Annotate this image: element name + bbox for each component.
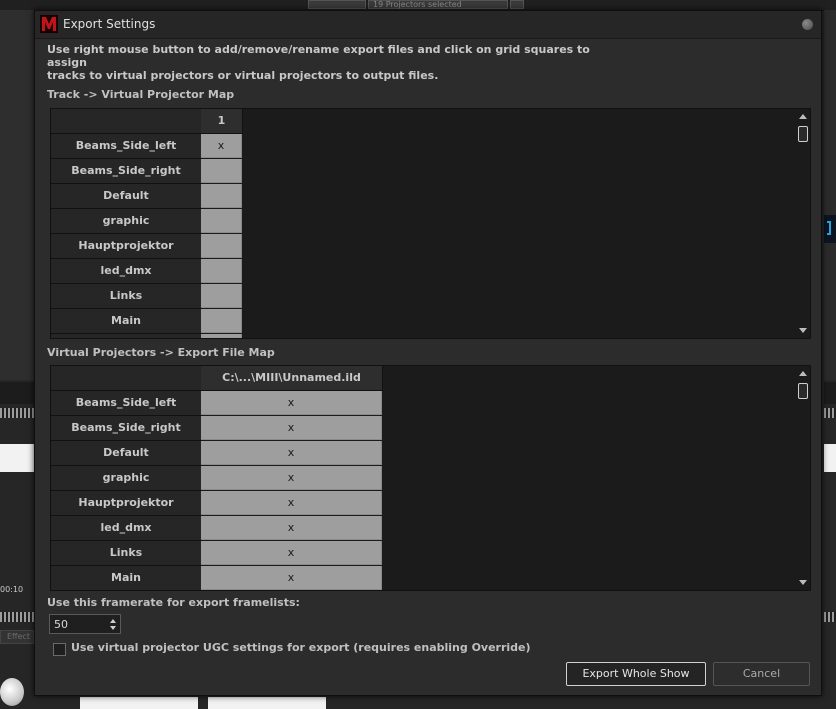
preview-screen bbox=[824, 215, 836, 243]
timeline-ruler bbox=[0, 408, 34, 418]
grid-cell[interactable] bbox=[201, 209, 242, 233]
background-strip bbox=[0, 382, 34, 404]
row-label[interactable]: Beams_Side_right bbox=[51, 159, 202, 184]
scroll-down-icon[interactable] bbox=[799, 580, 807, 585]
row-label[interactable]: led_dmx bbox=[51, 259, 202, 284]
thumbnail[interactable] bbox=[208, 697, 326, 709]
grid-cell[interactable]: x bbox=[201, 491, 382, 515]
row-label[interactable]: Links bbox=[51, 541, 202, 566]
ugc-checkbox-label[interactable]: Use virtual projector UGC settings for e… bbox=[71, 641, 531, 654]
grid-cell[interactable]: x bbox=[201, 441, 382, 465]
grid-cell[interactable]: x bbox=[201, 416, 382, 440]
row-label[interactable]: graphic bbox=[51, 209, 202, 234]
ugc-checkbox[interactable] bbox=[53, 643, 66, 656]
cancel-button[interactable]: Cancel bbox=[713, 662, 810, 686]
export-settings-dialog: Export Settings Use right mouse button t… bbox=[34, 10, 822, 696]
timeline-track-right[interactable] bbox=[824, 444, 836, 472]
grid-cell[interactable]: x bbox=[201, 516, 382, 540]
track-map-label: Track -> Virtual Projector Map bbox=[47, 88, 235, 101]
row-label[interactable]: graphic bbox=[51, 466, 202, 491]
scroll-down-icon[interactable] bbox=[799, 328, 807, 333]
timeline-ruler-right-2 bbox=[824, 612, 836, 622]
grid-cell[interactable]: x bbox=[201, 466, 382, 490]
grid-cell[interactable] bbox=[201, 184, 242, 208]
row-label[interactable]: Default bbox=[51, 441, 202, 466]
grid-cell[interactable] bbox=[201, 309, 242, 333]
instructions-line: tracks to virtual projectors or virtual … bbox=[47, 69, 439, 82]
track-map-grid[interactable]: 1 Beams_Side_left x Beams_Side_right Defaul… bbox=[50, 108, 811, 339]
row-label-partial[interactable] bbox=[51, 334, 202, 338]
background-left-panel bbox=[0, 10, 36, 380]
transport-controls[interactable] bbox=[308, 0, 366, 9]
grid-cell[interactable]: x bbox=[201, 134, 242, 158]
next-arrow-icon[interactable] bbox=[510, 0, 524, 9]
thumbnail[interactable] bbox=[80, 697, 198, 709]
tab-effect[interactable]: Effect bbox=[0, 630, 34, 644]
column-header[interactable]: 1 bbox=[201, 109, 243, 134]
row-label[interactable]: Main bbox=[51, 566, 202, 590]
dialog-title: Export Settings bbox=[63, 17, 156, 31]
scroll-up-icon[interactable] bbox=[799, 114, 807, 119]
spin-up-icon[interactable] bbox=[110, 619, 116, 623]
timeline-track[interactable] bbox=[0, 444, 34, 472]
scroll-thumb[interactable] bbox=[798, 126, 808, 142]
background-right-panel bbox=[824, 10, 836, 380]
row-label[interactable]: Beams_Side_left bbox=[51, 134, 202, 159]
framerate-label: Use this framerate for export framelists… bbox=[47, 596, 300, 609]
grid-cell[interactable]: x bbox=[201, 566, 382, 590]
framerate-spinbox[interactable]: 50 bbox=[49, 614, 121, 634]
track-map-scrollbar[interactable] bbox=[796, 109, 810, 338]
instructions-line: Use right mouse button to add/remove/ren… bbox=[47, 43, 590, 69]
framerate-value[interactable]: 50 bbox=[54, 618, 68, 631]
grid-cell[interactable] bbox=[201, 234, 242, 258]
projector-selection-field[interactable]: 19 Projectors selected bbox=[368, 0, 508, 9]
row-label[interactable]: Default bbox=[51, 184, 202, 209]
file-map-label: Virtual Projectors -> Export File Map bbox=[47, 346, 275, 359]
column-header[interactable]: C:\...\MIII\Unnamed.ild bbox=[201, 366, 383, 391]
row-label[interactable]: Beams_Side_right bbox=[51, 416, 202, 441]
knob-control[interactable] bbox=[0, 678, 24, 706]
grid-cell-partial[interactable] bbox=[201, 334, 242, 338]
row-label[interactable]: Links bbox=[51, 284, 202, 309]
file-map-scrollbar[interactable] bbox=[796, 366, 810, 590]
row-label[interactable]: Hauptprojektor bbox=[51, 491, 202, 516]
close-icon[interactable] bbox=[802, 19, 813, 30]
timeline-timestamp: 00:10 bbox=[0, 585, 24, 594]
export-whole-show-button[interactable]: Export Whole Show bbox=[566, 662, 706, 686]
timeline-ruler-2 bbox=[0, 612, 34, 622]
scroll-up-icon[interactable] bbox=[799, 371, 807, 376]
file-map-grid[interactable]: C:\...\MIII\Unnamed.ild Beams_Side_left x… bbox=[50, 365, 811, 591]
grid-cell[interactable]: x bbox=[201, 391, 382, 415]
row-label[interactable]: Beams_Side_left bbox=[51, 391, 202, 416]
background-strip-right bbox=[824, 382, 836, 404]
dialog-titlebar[interactable]: Export Settings bbox=[35, 11, 821, 39]
scroll-thumb[interactable] bbox=[798, 383, 808, 399]
grid-cell[interactable]: x bbox=[201, 541, 382, 565]
grid-corner bbox=[51, 366, 202, 391]
grid-cell[interactable] bbox=[201, 259, 242, 283]
row-label[interactable]: led_dmx bbox=[51, 516, 202, 541]
timeline-ruler-right bbox=[824, 408, 836, 418]
row-label[interactable]: Main bbox=[51, 309, 202, 334]
app-logo-icon bbox=[40, 15, 58, 33]
grid-cell[interactable] bbox=[201, 284, 242, 308]
instructions: Use right mouse button to add/remove/ren… bbox=[47, 43, 607, 82]
row-label[interactable]: Hauptprojektor bbox=[51, 234, 202, 259]
grid-corner bbox=[51, 109, 202, 134]
grid-cell[interactable] bbox=[201, 159, 242, 183]
spin-down-icon[interactable] bbox=[110, 626, 116, 630]
